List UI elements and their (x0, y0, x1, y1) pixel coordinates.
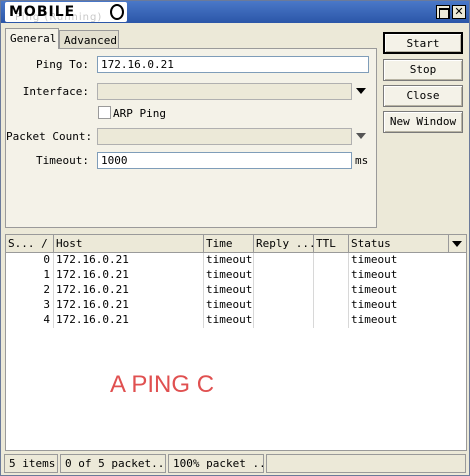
column-header-host[interactable]: Host (54, 235, 204, 253)
time-cell: timeout (206, 253, 254, 268)
status-cell: timeout (351, 283, 398, 296)
status-cell: timeout (351, 298, 398, 311)
host-cell: 172.16.0.21 (54, 313, 204, 328)
seq-cell: 2 (6, 283, 54, 298)
annotation-text: A PING C (110, 371, 215, 398)
status-bar: 5 items 0 of 5 packet... 100% packet ... (1, 454, 469, 475)
timeout-label: Timeout: (36, 154, 89, 167)
general-panel: Ping To: 172.16.0.21 Interface: ARP Ping… (5, 48, 377, 228)
time-cell: timeout (206, 268, 254, 283)
tab-general[interactable]: General (5, 28, 59, 49)
seq-cell: 4 (6, 313, 54, 328)
status-empty-panel (266, 454, 466, 473)
maximize-button[interactable] (436, 5, 450, 19)
ping-window: Ping (Running) MOBILE ✕ General Advanced… (0, 0, 470, 476)
new-window-button[interactable]: New Window (383, 111, 463, 133)
status-cell: timeout (351, 313, 398, 326)
reply-cell (254, 298, 314, 313)
close-button[interactable]: Close (383, 85, 463, 107)
ttl-cell (314, 298, 349, 313)
table-row[interactable]: 3 172.16.0.21 timeout timeout (6, 298, 466, 313)
reply-cell (254, 283, 314, 298)
seq-cell: 0 (6, 253, 54, 268)
status-cell: timeout (351, 268, 398, 281)
arp-ping-checkbox[interactable] (98, 106, 111, 119)
close-window-button[interactable]: ✕ (452, 5, 466, 19)
table-row[interactable]: 4 172.16.0.21 timeout timeout (6, 313, 466, 328)
table-row[interactable]: 0 172.16.0.21 timeout timeout (6, 253, 466, 268)
reply-cell (254, 268, 314, 283)
interface-label: Interface: (22, 85, 89, 98)
ping-to-input[interactable]: 172.16.0.21 (97, 56, 369, 73)
title-bar[interactable]: Ping (Running) MOBILE ✕ (1, 1, 469, 23)
column-header-seq[interactable]: S... / (6, 235, 54, 253)
reply-cell (254, 253, 314, 268)
seq-cell: 3 (6, 298, 54, 313)
arp-ping-label: ARP Ping (113, 107, 166, 120)
table-row[interactable]: 2 172.16.0.21 timeout timeout (6, 283, 466, 298)
host-cell: 172.16.0.21 (54, 268, 204, 283)
status-cell: timeout (351, 253, 398, 266)
column-menu-button[interactable] (449, 235, 466, 253)
ping-results-table: S... / Host Time Reply ... TTL Status 0 … (5, 234, 467, 451)
column-header-status[interactable]: Status (349, 235, 449, 253)
time-cell: timeout (206, 313, 254, 328)
ping-to-label: Ping To: (36, 58, 89, 71)
host-cell: 172.16.0.21 (54, 253, 204, 268)
status-packet-loss: 100% packet ... (168, 454, 264, 473)
column-header-time[interactable]: Time (204, 235, 254, 253)
column-header-ttl[interactable]: TTL (314, 235, 349, 253)
phone-icon (110, 4, 124, 20)
packet-count-select[interactable] (97, 128, 352, 145)
time-cell: timeout (206, 298, 254, 313)
start-button[interactable]: Start (383, 32, 463, 54)
status-packets-received: 0 of 5 packet... (60, 454, 166, 473)
packet-count-label: Packet Count: (6, 130, 93, 143)
stop-button[interactable]: Stop (383, 59, 463, 81)
timeout-input[interactable]: 1000 (97, 152, 352, 169)
ttl-cell (314, 268, 349, 283)
timeout-unit: ms (355, 154, 369, 167)
chevron-down-icon (452, 241, 462, 247)
time-cell: timeout (206, 283, 254, 298)
status-item-count: 5 items (4, 454, 58, 473)
chevron-down-icon[interactable] (356, 133, 366, 139)
table-row[interactable]: 1 172.16.0.21 timeout timeout (6, 268, 466, 283)
interface-select[interactable] (97, 83, 352, 100)
column-header-reply[interactable]: Reply ... (254, 235, 314, 253)
host-cell: 172.16.0.21 (54, 298, 204, 313)
ttl-cell (314, 253, 349, 268)
host-cell: 172.16.0.21 (54, 283, 204, 298)
mobile-logo: Ping (Running) MOBILE (5, 2, 127, 22)
seq-cell: 1 (6, 268, 54, 283)
ttl-cell (314, 283, 349, 298)
ttl-cell (314, 313, 349, 328)
chevron-down-icon[interactable] (356, 88, 366, 94)
logo-text: MOBILE (9, 4, 76, 20)
table-header: S... / Host Time Reply ... TTL Status (6, 235, 466, 253)
tab-advanced[interactable]: Advanced (59, 30, 119, 49)
reply-cell (254, 313, 314, 328)
